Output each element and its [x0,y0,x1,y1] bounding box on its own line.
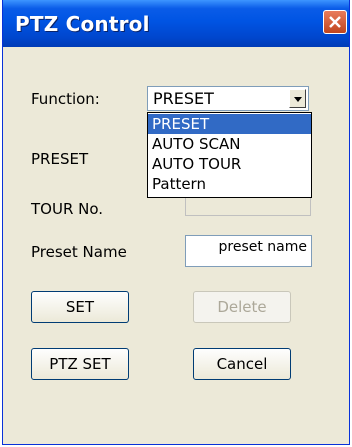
function-select-value: PRESET [153,89,214,108]
close-icon [329,16,341,28]
chevron-down-icon [294,97,302,102]
dialog-title: PTZ Control [15,12,150,36]
function-select[interactable]: PRESET [147,86,309,111]
function-label: Function: [31,90,100,108]
dropdown-option-pattern[interactable]: Pattern [148,174,311,194]
set-button[interactable]: SET [31,291,129,323]
dropdown-option-preset[interactable]: PRESET [148,114,311,134]
preset-label: PRESET [31,150,89,168]
close-button[interactable] [323,10,347,34]
function-dropdown-list: PRESET AUTO SCAN AUTO TOUR Pattern [147,112,312,198]
ptz-set-button-label: PTZ SET [49,355,111,373]
cancel-button[interactable]: Cancel [193,348,291,380]
preset-name-value: preset name [218,239,308,255]
ptz-set-button[interactable]: PTZ SET [31,348,129,380]
title-bar[interactable]: PTZ Control [3,0,349,47]
ptz-control-dialog: PTZ Control Function: PRESET PRESET TOUR… [2,0,350,445]
tour-no-field[interactable] [185,196,311,216]
preset-name-label: Preset Name [31,243,127,261]
function-dropdown-button[interactable] [289,89,306,108]
tour-no-label: TOUR No. [31,200,104,218]
dropdown-option-auto-tour[interactable]: AUTO TOUR [148,154,311,174]
delete-button: Delete [193,291,291,323]
set-button-label: SET [65,298,95,316]
dropdown-option-auto-scan[interactable]: AUTO SCAN [148,134,311,154]
preset-name-input[interactable]: preset name [185,235,312,267]
delete-button-label: Delete [217,298,267,316]
cancel-button-label: Cancel [216,355,268,373]
